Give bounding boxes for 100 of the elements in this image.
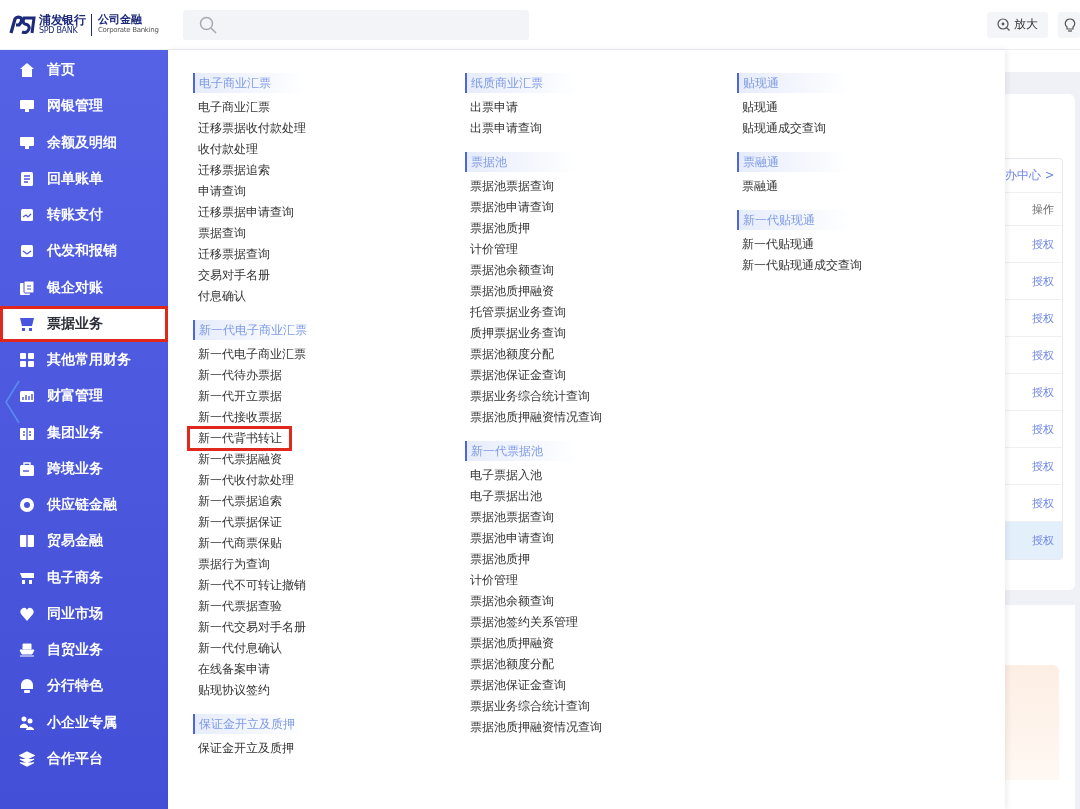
- sidebar-item[interactable]: 自贸业务: [0, 632, 168, 669]
- authorize-link[interactable]: 授权: [1032, 310, 1054, 326]
- menu-link[interactable]: 新一代票据保证: [194, 512, 286, 533]
- sidebar-item[interactable]: 财富管理: [0, 378, 168, 415]
- bell-icon: [19, 678, 35, 695]
- menu-link[interactable]: 贴现通: [738, 97, 782, 118]
- menu-link[interactable]: 交易对手名册: [194, 265, 274, 286]
- authorize-link[interactable]: 授权: [1032, 236, 1054, 252]
- menu-link[interactable]: 电子商业汇票: [194, 97, 274, 118]
- sidebar-item[interactable]: 同业市场: [0, 595, 168, 632]
- menu-link[interactable]: 付息确认: [194, 286, 250, 307]
- menu-link[interactable]: 电子票据出池: [466, 486, 546, 507]
- menu-link[interactable]: 迁移票据查询: [194, 244, 274, 265]
- menu-link[interactable]: 票据池额度分配: [466, 654, 558, 675]
- menu-link[interactable]: 票据业务综合统计查询: [466, 386, 594, 407]
- menu-link[interactable]: 票据查询: [194, 223, 250, 244]
- menu-link[interactable]: 收付款处理: [194, 139, 262, 160]
- sidebar-item[interactable]: 票据业务: [0, 305, 168, 342]
- menu-link[interactable]: 贴现协议签约: [194, 680, 274, 701]
- menu-link[interactable]: 迁移票据追索: [194, 160, 274, 181]
- menu-link[interactable]: 票据池余额查询: [466, 591, 558, 612]
- menu-link[interactable]: 票据池申请查询: [466, 528, 558, 549]
- menu-link[interactable]: 新一代商票保贴: [194, 533, 286, 554]
- menu-link[interactable]: 托管票据业务查询: [466, 302, 570, 323]
- menu-link[interactable]: 新一代票据追索: [194, 491, 286, 512]
- menu-link[interactable]: 票据池签约关系管理: [466, 612, 582, 633]
- sidebar-item[interactable]: 供应链金融: [0, 487, 168, 524]
- sidebar-item[interactable]: 集团业务: [0, 414, 168, 451]
- sidebar-item[interactable]: 首页: [0, 52, 168, 89]
- sidebar-item[interactable]: 回单账单: [0, 160, 168, 197]
- menu-link[interactable]: 票据池保证金查询: [466, 365, 570, 386]
- menu-link[interactable]: 电子票据入池: [466, 465, 546, 486]
- menu-link[interactable]: 新一代电子商业汇票: [194, 344, 310, 365]
- sidebar-item[interactable]: 银企对账: [0, 269, 168, 306]
- menu-link[interactable]: 票据池保证金查询: [466, 675, 570, 696]
- sidebar-item[interactable]: 电子商务: [0, 559, 168, 596]
- menu-link[interactable]: 计价管理: [466, 570, 522, 591]
- menu-link[interactable]: 贴现通成交查询: [738, 118, 830, 139]
- menu-link[interactable]: 新一代交易对手名册: [194, 617, 310, 638]
- sidebar-item[interactable]: 其他常用财务: [0, 342, 168, 379]
- menu-link[interactable]: 票据池质押: [466, 549, 534, 570]
- menu-link[interactable]: 质押票据业务查询: [466, 323, 570, 344]
- menu-link[interactable]: 票据池申请查询: [466, 197, 558, 218]
- menu-link[interactable]: 票据池质押融资情况查询: [466, 717, 606, 738]
- monitor-icon: [19, 98, 35, 115]
- menu-link[interactable]: 票据池质押: [466, 218, 534, 239]
- grid-icon: [19, 352, 35, 369]
- menu-link[interactable]: 票据行为查询: [194, 554, 274, 575]
- menu-link[interactable]: 迁移票据申请查询: [194, 202, 298, 223]
- sidebar-item[interactable]: 转账支付: [0, 197, 168, 234]
- menu-link[interactable]: 票据业务综合统计查询: [466, 696, 594, 717]
- zoom-in-button[interactable]: 放大: [987, 11, 1048, 38]
- sidebar-item[interactable]: 贸易金融: [0, 523, 168, 560]
- menu-link[interactable]: 新一代开立票据: [194, 386, 286, 407]
- menu-link[interactable]: 新一代不可转让撤销: [194, 575, 310, 596]
- authorize-link[interactable]: 授权: [1032, 458, 1054, 474]
- menu-link[interactable]: 新一代待办票据: [194, 365, 286, 386]
- authorize-link[interactable]: 授权: [1032, 347, 1054, 363]
- menu-link[interactable]: 新一代背书转让: [189, 428, 290, 449]
- chart-icon: [19, 388, 35, 405]
- search-field[interactable]: [183, 9, 529, 40]
- menu-link[interactable]: 新一代票据融资: [194, 449, 286, 470]
- sidebar-item[interactable]: 代发和报销: [0, 233, 168, 270]
- sidebar-item[interactable]: 小企业专属: [0, 704, 168, 741]
- center-link[interactable]: 办中心 >: [1005, 168, 1055, 183]
- column-header: 操作: [1032, 201, 1054, 217]
- menu-link[interactable]: 申请查询: [194, 181, 250, 202]
- menu-link[interactable]: 票据池票据查询: [466, 507, 558, 528]
- menu-link[interactable]: 迁移票据收付款处理: [194, 118, 310, 139]
- menu-link[interactable]: 票据池额度分配: [466, 344, 558, 365]
- authorize-link[interactable]: 授权: [1032, 273, 1054, 289]
- menu-link[interactable]: 新一代收付款处理: [194, 470, 298, 491]
- menu-link[interactable]: 票融通: [738, 176, 782, 197]
- menu-link[interactable]: 票据池质押融资: [466, 281, 558, 302]
- menu-link[interactable]: 新一代票据查验: [194, 596, 286, 617]
- layers-icon: [19, 750, 35, 767]
- sidebar-item[interactable]: 合作平台: [0, 740, 168, 777]
- authorize-link[interactable]: 授权: [1032, 421, 1054, 437]
- menu-link[interactable]: 在线备案申请: [194, 659, 274, 680]
- menu-link[interactable]: 票据池质押融资情况查询: [466, 407, 606, 428]
- book-icon: [19, 533, 35, 550]
- menu-link[interactable]: 新一代贴现通: [738, 234, 818, 255]
- authorize-link[interactable]: 授权: [1032, 384, 1054, 400]
- sidebar-item[interactable]: 分行特色: [0, 668, 168, 705]
- menu-link[interactable]: 票据池票据查询: [466, 176, 558, 197]
- menu-link[interactable]: 出票申请: [466, 97, 522, 118]
- menu-link[interactable]: 新一代付息确认: [194, 638, 286, 659]
- menu-link[interactable]: 新一代接收票据: [194, 407, 286, 428]
- sidebar-item[interactable]: 余额及明细: [0, 124, 168, 161]
- menu-link[interactable]: 保证金开立及质押: [194, 738, 298, 759]
- menu-link[interactable]: 计价管理: [466, 239, 522, 260]
- authorize-link[interactable]: 授权: [1032, 495, 1054, 511]
- house-icon: [19, 62, 35, 79]
- light-button[interactable]: [1058, 11, 1080, 38]
- sidebar-item[interactable]: 跨境业务: [0, 450, 168, 487]
- menu-link[interactable]: 新一代贴现通成交查询: [738, 255, 866, 276]
- menu-link[interactable]: 票据池质押融资: [466, 633, 558, 654]
- menu-link[interactable]: 出票申请查询: [466, 118, 546, 139]
- menu-link[interactable]: 票据池余额查询: [466, 260, 558, 281]
- sidebar-item[interactable]: 网银管理: [0, 88, 168, 125]
